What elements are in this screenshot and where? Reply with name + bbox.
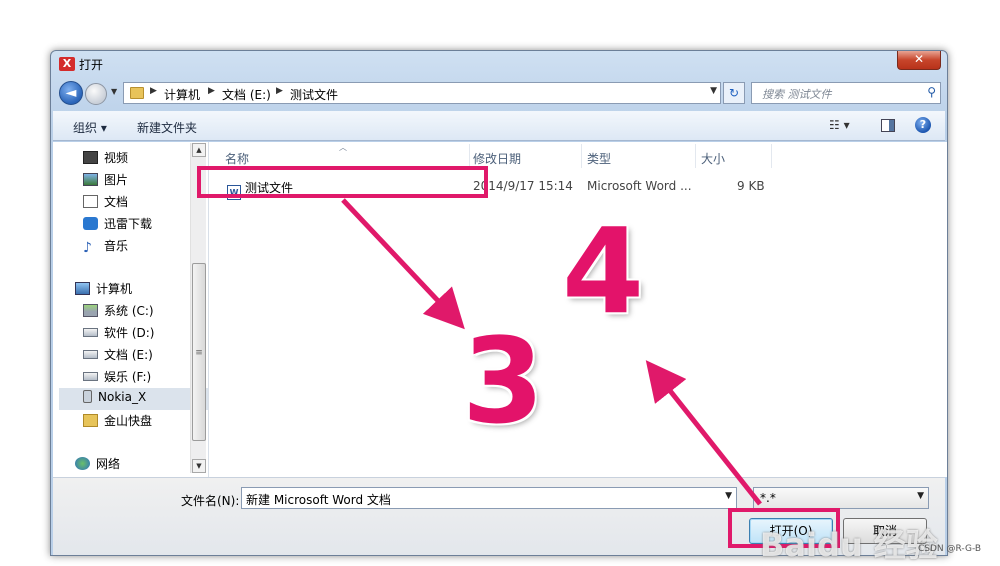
baidu-watermark: Baidu 经验 [760, 526, 938, 564]
arrow-to-step4 [645, 360, 762, 506]
annotation-arrows [341, 198, 762, 506]
arrow-to-step3 [341, 198, 465, 330]
step-number-4: 4 [562, 202, 645, 340]
csdn-credit: CSDN @R-G-B [918, 544, 982, 554]
step-number-3: 3 [462, 312, 545, 450]
